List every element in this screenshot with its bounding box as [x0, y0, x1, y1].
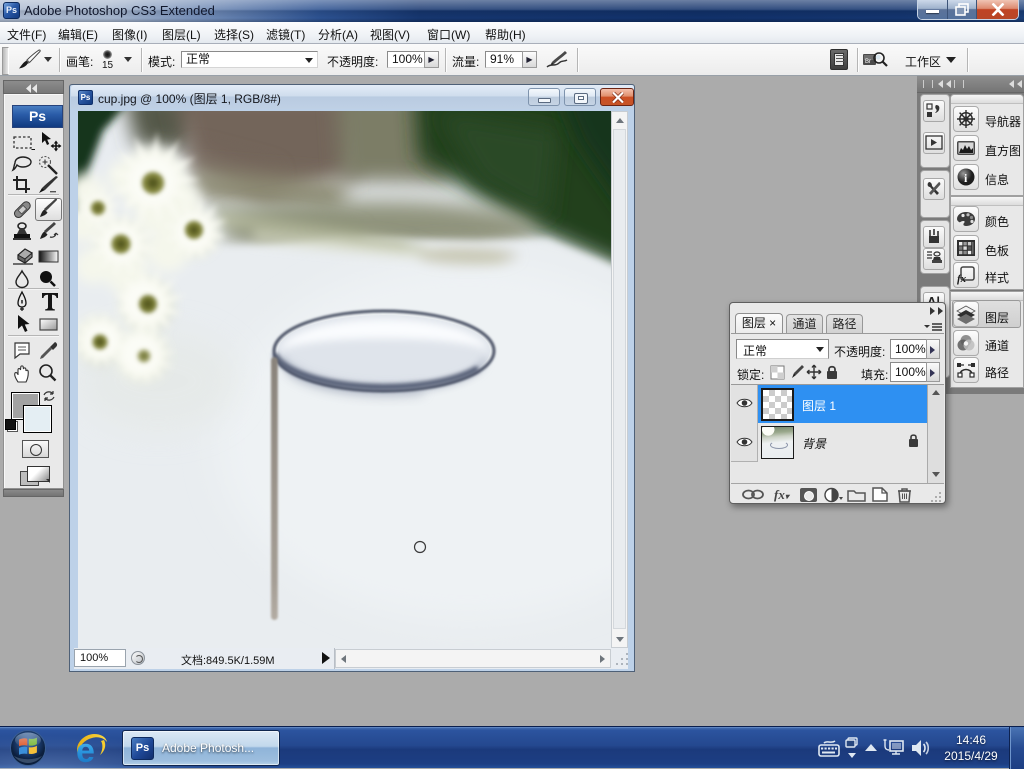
svg-text:fx: fx: [957, 273, 967, 285]
svg-text:Br: Br: [865, 59, 871, 65]
svg-text:e: e: [76, 732, 95, 768]
